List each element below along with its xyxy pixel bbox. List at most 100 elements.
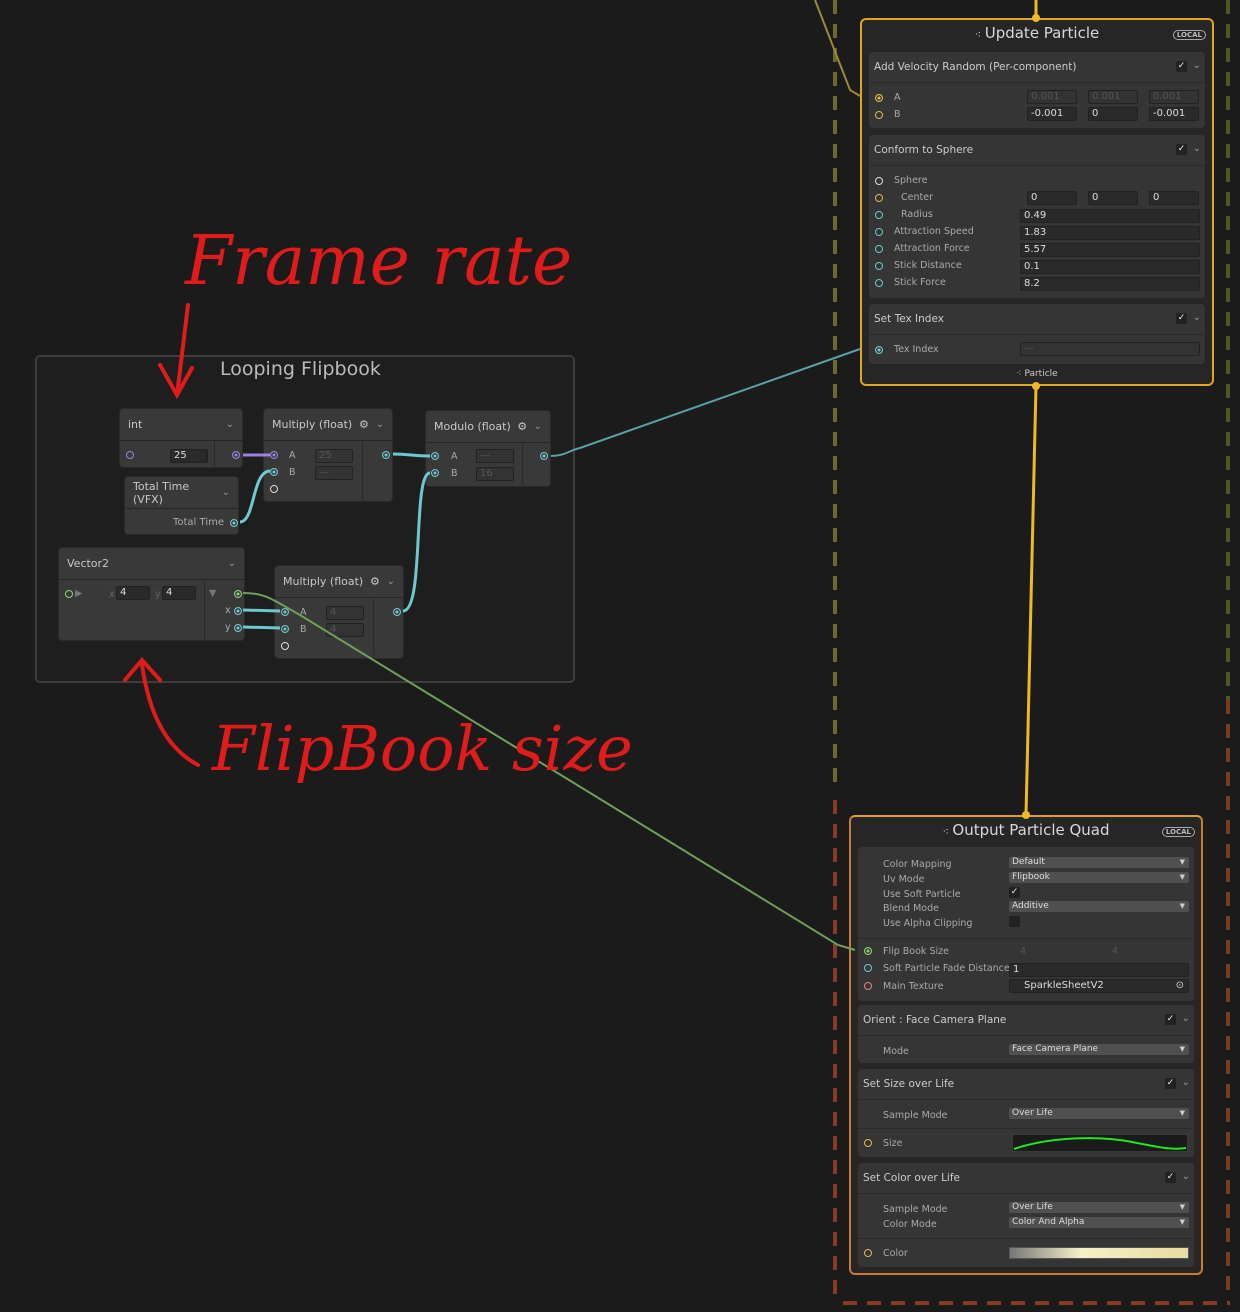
int-node[interactable]: int ⌄ 25 bbox=[119, 408, 243, 469]
b-field[interactable]: 4 bbox=[326, 623, 364, 637]
enable-checkbox[interactable]: ✓ bbox=[1176, 144, 1187, 155]
block-orient[interactable]: Orient : Face Camera Plane ✓ ⌄ Mode Face … bbox=[858, 1005, 1194, 1063]
input-port-b[interactable] bbox=[281, 625, 289, 633]
orient-mode-dropdown[interactable]: Face Camera Plane bbox=[1009, 1044, 1189, 1055]
b-x-field[interactable]: -0.001 bbox=[1027, 107, 1077, 121]
attraction-speed-field[interactable]: 1.83 bbox=[1020, 226, 1200, 240]
gear-icon[interactable]: ⚙ bbox=[359, 418, 369, 431]
input-port-a[interactable] bbox=[270, 451, 278, 459]
input-port-b[interactable] bbox=[270, 468, 278, 476]
b-z-field[interactable]: -0.001 bbox=[1149, 107, 1199, 121]
enable-checkbox[interactable]: ✓ bbox=[1176, 313, 1187, 324]
tex-index-port[interactable] bbox=[875, 346, 883, 354]
x-field[interactable]: 4 bbox=[116, 586, 150, 600]
main-texture-field[interactable]: SparkleSheetV2 ⊙ bbox=[1009, 979, 1189, 993]
b-field[interactable]: 16 bbox=[476, 467, 514, 481]
radius-port[interactable] bbox=[875, 211, 883, 219]
vector2-node[interactable]: Vector2 ⌄ ▶ x 4 y 4 ▼ x y bbox=[58, 547, 245, 642]
multiply-node-1[interactable]: Multiply (float) ⚙ ⌄ A 25 B — bbox=[263, 408, 393, 503]
stick-force-port[interactable] bbox=[875, 279, 883, 287]
enable-checkbox[interactable]: ✓ bbox=[1176, 61, 1187, 72]
chevron-down-icon[interactable]: ⌄ bbox=[387, 576, 395, 587]
output-port[interactable] bbox=[393, 608, 401, 616]
output-port-y[interactable] bbox=[234, 624, 242, 632]
port-b[interactable] bbox=[875, 111, 883, 119]
attraction-speed-port[interactable] bbox=[875, 228, 883, 236]
color-gradient-field[interactable] bbox=[1009, 1247, 1189, 1259]
center-y-field[interactable]: 0 bbox=[1088, 191, 1138, 205]
center-z-field[interactable]: 0 bbox=[1149, 191, 1199, 205]
a-field[interactable]: — bbox=[476, 449, 514, 463]
output-port[interactable] bbox=[232, 451, 240, 459]
use-soft-particle-checkbox[interactable]: ✓ bbox=[1009, 887, 1020, 898]
chevron-down-icon[interactable]: ⌄ bbox=[228, 558, 236, 569]
block-set-tex-index[interactable]: Set Tex Index ✓ ⌄ Tex Index — bbox=[869, 304, 1205, 364]
center-port[interactable] bbox=[875, 194, 883, 202]
output-particle-quad-context[interactable]: ⁖ Output Particle Quad LOCAL Color Mappi… bbox=[849, 815, 1203, 1275]
a-x-field[interactable]: 0.001 bbox=[1027, 90, 1077, 104]
color-port[interactable] bbox=[864, 1249, 872, 1257]
size-sample-mode-dropdown[interactable]: Over Life bbox=[1009, 1108, 1189, 1119]
color-mode-dropdown[interactable]: Color And Alpha bbox=[1009, 1217, 1189, 1228]
output-port-x[interactable] bbox=[234, 607, 242, 615]
chevron-down-icon[interactable]: ⌄ bbox=[534, 421, 542, 432]
color-mapping-dropdown[interactable]: Default bbox=[1009, 857, 1189, 868]
block-set-color-over-life[interactable]: Set Color over Life ✓ ⌄ Sample Mode Over … bbox=[858, 1163, 1194, 1267]
soft-fade-field[interactable]: 1 bbox=[1009, 963, 1189, 977]
output-port[interactable] bbox=[382, 451, 390, 459]
output-port[interactable] bbox=[540, 452, 548, 460]
enable-checkbox[interactable]: ✓ bbox=[1165, 1078, 1176, 1089]
size-curve-field[interactable] bbox=[1012, 1134, 1188, 1152]
input-port-a[interactable] bbox=[431, 452, 439, 460]
radius-field[interactable]: 0.49 bbox=[1020, 209, 1200, 223]
stick-distance-field[interactable]: 0.1 bbox=[1020, 260, 1200, 274]
port-a[interactable] bbox=[875, 94, 883, 102]
local-badge[interactable]: LOCAL bbox=[1172, 30, 1206, 40]
a-field[interactable]: 4 bbox=[326, 606, 364, 620]
center-x-field[interactable]: 0 bbox=[1027, 191, 1077, 205]
input-port-b[interactable] bbox=[431, 469, 439, 477]
modulo-node[interactable]: Modulo (float) ⚙ ⌄ A — B 16 bbox=[425, 410, 551, 488]
input-port[interactable] bbox=[65, 590, 73, 598]
main-texture-port[interactable] bbox=[864, 982, 872, 990]
b-field[interactable]: — bbox=[315, 466, 353, 480]
group-title[interactable]: Looping Flipbook bbox=[220, 358, 381, 380]
output-port[interactable] bbox=[230, 519, 238, 527]
enable-checkbox[interactable]: ✓ bbox=[1165, 1014, 1176, 1025]
blend-mode-dropdown[interactable]: Additive bbox=[1009, 901, 1189, 912]
chevron-down-icon[interactable]: ⌄ bbox=[226, 419, 234, 430]
add-port[interactable] bbox=[281, 642, 289, 650]
a-y-field[interactable]: 0.001 bbox=[1088, 90, 1138, 104]
use-alpha-clipping-checkbox[interactable] bbox=[1009, 916, 1020, 927]
chevron-down-icon[interactable]: ⌄ bbox=[1193, 143, 1201, 154]
add-port[interactable] bbox=[270, 485, 278, 493]
input-port[interactable] bbox=[126, 451, 134, 459]
update-particle-context[interactable]: ⁖ Update Particle LOCAL Add Velocity Ran… bbox=[860, 18, 1214, 386]
gear-icon[interactable]: ⚙ bbox=[517, 420, 527, 433]
input-port-a[interactable] bbox=[281, 608, 289, 616]
block-conform-to-sphere[interactable]: Conform to Sphere ✓ ⌄ Sphere Center 0 0 0… bbox=[869, 135, 1205, 298]
size-port[interactable] bbox=[864, 1139, 872, 1147]
block-set-size-over-life[interactable]: Set Size over Life ✓ ⌄ Sample Mode Over L… bbox=[858, 1069, 1194, 1157]
local-badge[interactable]: LOCAL bbox=[1161, 827, 1195, 837]
gear-icon[interactable]: ⚙ bbox=[370, 575, 380, 588]
y-field[interactable]: 4 bbox=[162, 586, 196, 600]
sphere-port[interactable] bbox=[875, 177, 883, 185]
collapse-icon[interactable]: ▼ bbox=[209, 588, 216, 599]
int-value-field[interactable]: 25 bbox=[170, 449, 208, 463]
a-z-field[interactable]: 0.001 bbox=[1149, 90, 1199, 104]
soft-fade-port[interactable] bbox=[864, 964, 872, 972]
block-add-velocity-random[interactable]: Add Velocity Random (Per-component) ✓ ⌄ A… bbox=[869, 52, 1205, 128]
attraction-force-port[interactable] bbox=[875, 245, 883, 253]
chevron-down-icon[interactable]: ⌄ bbox=[1193, 60, 1201, 71]
chevron-down-icon[interactable]: ⌄ bbox=[1193, 312, 1201, 323]
flipbook-size-port[interactable] bbox=[864, 947, 872, 955]
chevron-down-icon[interactable]: ⌄ bbox=[1182, 1013, 1190, 1024]
stick-distance-port[interactable] bbox=[875, 262, 883, 270]
uv-mode-dropdown[interactable]: Flipbook bbox=[1009, 872, 1189, 883]
a-field[interactable]: 25 bbox=[315, 449, 353, 463]
tex-index-field[interactable]: — bbox=[1020, 342, 1200, 356]
enable-checkbox[interactable]: ✓ bbox=[1165, 1172, 1176, 1183]
color-sample-mode-dropdown[interactable]: Over Life bbox=[1009, 1202, 1189, 1213]
expand-icon[interactable]: ▶ bbox=[75, 588, 82, 599]
